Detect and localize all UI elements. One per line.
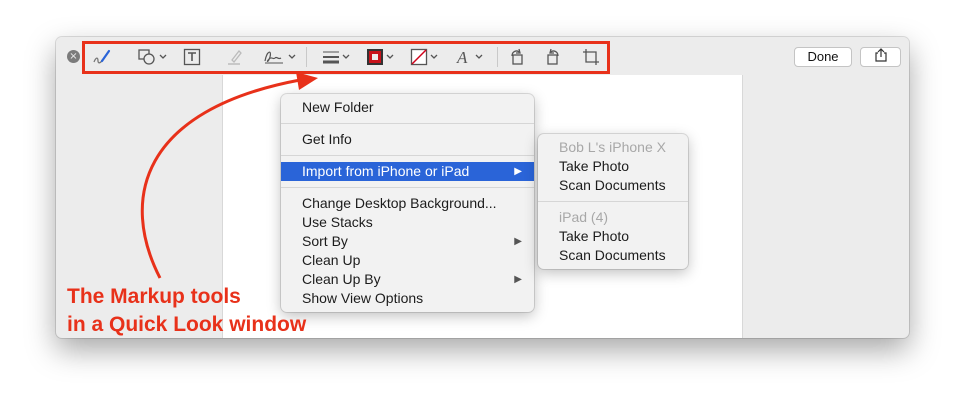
annotation-caption: The Markup tools in a Quick Look window	[67, 283, 306, 339]
context-menu: New Folder Get Info Import from iPhone o…	[281, 94, 534, 312]
submenu-item-scan-documents[interactable]: Scan Documents	[538, 176, 688, 195]
import-submenu: Bob L's iPhone X Take Photo Scan Documen…	[538, 134, 688, 269]
menu-item-use-stacks[interactable]: Use Stacks	[281, 213, 534, 232]
menu-item-clean-up-by[interactable]: Clean Up By ▶	[281, 270, 534, 289]
share-icon	[874, 47, 887, 67]
menu-item-label: Import from iPhone or iPad	[302, 163, 470, 179]
menu-separator	[281, 123, 534, 124]
submenu-device-header: Bob L's iPhone X	[559, 139, 666, 155]
menu-separator	[538, 201, 688, 202]
annotation-line-2: in a Quick Look window	[67, 313, 307, 336]
submenu-device-header: iPad (4)	[559, 209, 609, 225]
menu-item-show-view-options[interactable]: Show View Options	[281, 289, 534, 308]
submenu-item-take-photo[interactable]: Take Photo	[538, 157, 688, 176]
submenu-item-take-photo[interactable]: Take Photo	[538, 227, 688, 246]
menu-item-label: Clean Up By	[302, 271, 381, 287]
markup-tools-highlight-box	[82, 41, 610, 74]
done-button[interactable]: Done	[794, 47, 852, 67]
menu-item-sort-by[interactable]: Sort By ▶	[281, 232, 534, 251]
submenu-arrow-icon: ▶	[514, 274, 522, 285]
share-button[interactable]	[860, 47, 901, 67]
menu-item-new-folder[interactable]: New Folder	[281, 98, 534, 117]
menu-separator	[281, 155, 534, 156]
menu-item-change-desktop-background[interactable]: Change Desktop Background...	[281, 194, 534, 213]
menu-item-get-info[interactable]: Get Info	[281, 130, 534, 149]
close-button[interactable]: ×	[67, 50, 80, 63]
annotation-line-1: The Markup tools	[67, 285, 241, 308]
submenu-item-scan-documents[interactable]: Scan Documents	[538, 246, 688, 265]
menu-item-label: Sort By	[302, 233, 348, 249]
menu-item-import-from-iphone[interactable]: Import from iPhone or iPad ▶	[281, 162, 534, 181]
submenu-arrow-icon: ▶	[514, 236, 522, 247]
menu-separator	[281, 187, 534, 188]
menu-item-clean-up[interactable]: Clean Up	[281, 251, 534, 270]
submenu-arrow-icon: ▶	[514, 166, 522, 177]
